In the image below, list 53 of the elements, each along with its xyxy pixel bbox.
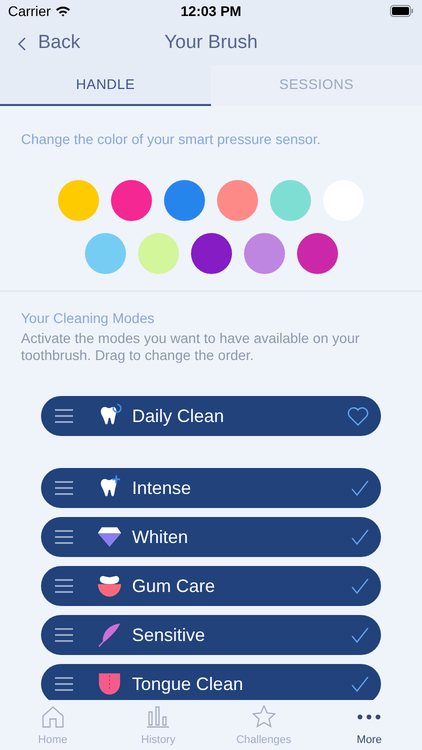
drag-handle-icon[interactable] bbox=[55, 409, 73, 423]
screen-title: Your Brush bbox=[164, 31, 258, 56]
drag-handle-icon[interactable] bbox=[55, 677, 73, 691]
drag-handle-icon[interactable] bbox=[55, 481, 73, 495]
star-icon bbox=[252, 705, 276, 728]
carrier-label: Carrier bbox=[8, 2, 51, 20]
color-swatch[interactable] bbox=[58, 180, 99, 221]
mode-label: Whiten bbox=[132, 526, 190, 548]
color-swatch[interactable] bbox=[138, 233, 178, 274]
section-description: Activate the modes you want to have available on your toothbrush. Drag to change the order. bbox=[21, 330, 361, 364]
battery-icon bbox=[390, 5, 414, 17]
color-swatch[interactable] bbox=[190, 233, 232, 274]
checkmark-icon[interactable] bbox=[351, 676, 369, 692]
wifi-icon bbox=[54, 5, 71, 17]
drag-handle-icon[interactable] bbox=[55, 579, 73, 593]
mode-row[interactable]: Gum Care bbox=[41, 566, 381, 606]
gum-icon bbox=[97, 574, 122, 598]
more-icon bbox=[357, 714, 382, 720]
mode-label: Sensitive bbox=[132, 624, 206, 646]
back-chevron-icon bbox=[18, 36, 26, 50]
section-title: Your Cleaning Modes bbox=[21, 309, 156, 328]
color-swatch[interactable] bbox=[270, 180, 311, 221]
mode-label: Tongue Clean bbox=[132, 672, 244, 696]
diamond-icon bbox=[97, 526, 122, 548]
mode-label: Intense bbox=[132, 476, 192, 500]
drag-handle-icon[interactable] bbox=[55, 628, 73, 642]
color-prompt: Change the color of your smart pressure sensor. bbox=[20, 130, 322, 149]
tongue-icon bbox=[97, 671, 122, 697]
color-swatch[interactable] bbox=[84, 233, 126, 274]
mode-label: Daily Clean bbox=[132, 404, 226, 428]
mode-row[interactable]: Sensitive bbox=[41, 615, 381, 655]
bar-chart-icon bbox=[146, 706, 170, 728]
mode-row[interactable]: Daily Clean bbox=[41, 396, 381, 436]
checkmark-icon[interactable] bbox=[351, 578, 369, 594]
color-swatch[interactable] bbox=[296, 233, 338, 274]
color-swatch[interactable] bbox=[164, 180, 205, 221]
feather-icon bbox=[97, 622, 122, 648]
checkmark-icon[interactable] bbox=[351, 627, 369, 643]
mode-label: Gum Care bbox=[132, 574, 216, 598]
tab-bar-item[interactable]: More bbox=[316, 700, 422, 750]
mode-row[interactable]: Tongue Clean bbox=[41, 664, 381, 700]
clock: 12:03 PM bbox=[180, 2, 242, 20]
color-swatch[interactable] bbox=[244, 233, 284, 274]
color-swatch[interactable] bbox=[217, 180, 258, 221]
checkmark-icon[interactable] bbox=[351, 529, 369, 545]
heart-icon[interactable] bbox=[347, 406, 369, 426]
checkmark-icon[interactable] bbox=[351, 480, 369, 496]
home-icon bbox=[42, 706, 64, 728]
mode-row[interactable]: Intense bbox=[41, 468, 381, 508]
mode-row[interactable]: Whiten bbox=[41, 517, 381, 557]
color-swatch[interactable] bbox=[111, 180, 152, 221]
drag-handle-icon[interactable] bbox=[55, 530, 73, 544]
back-button[interactable]: Back bbox=[18, 29, 80, 58]
